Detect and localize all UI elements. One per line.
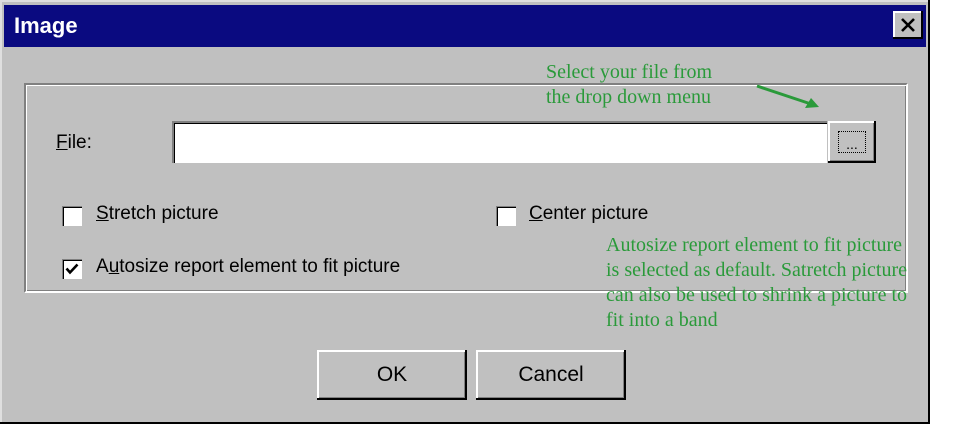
autosize-checkbox[interactable] bbox=[62, 259, 82, 279]
dialog-title: Image bbox=[14, 13, 78, 38]
ellipsis-icon: ... bbox=[838, 131, 866, 153]
autosize-annotation: Autosize report element to fit picture i… bbox=[606, 234, 908, 331]
close-x-icon bbox=[901, 18, 915, 32]
browse-button[interactable]: ... bbox=[828, 121, 876, 163]
stretch-picture-label[interactable]: Stretch picture bbox=[96, 203, 219, 225]
file-input[interactable] bbox=[172, 121, 827, 163]
cancel-button[interactable]: Cancel bbox=[476, 350, 626, 400]
annotation-arrow-icon bbox=[756, 84, 819, 108]
center-picture-label[interactable]: Center picture bbox=[529, 203, 648, 225]
file-annotation: Select your file from the drop down menu bbox=[546, 61, 713, 108]
title-bar[interactable]: Image bbox=[4, 5, 926, 47]
file-label: File: bbox=[56, 132, 92, 153]
checkmark-icon bbox=[65, 263, 79, 275]
image-dialog: Image File: ... Stretch picture Center p… bbox=[0, 0, 930, 424]
stretch-picture-checkbox[interactable] bbox=[62, 206, 82, 226]
ok-button[interactable]: OK bbox=[317, 350, 467, 400]
autosize-label[interactable]: Autosize report element to fit picture bbox=[96, 256, 400, 278]
close-button[interactable] bbox=[893, 11, 923, 39]
center-picture-checkbox[interactable] bbox=[496, 206, 516, 226]
